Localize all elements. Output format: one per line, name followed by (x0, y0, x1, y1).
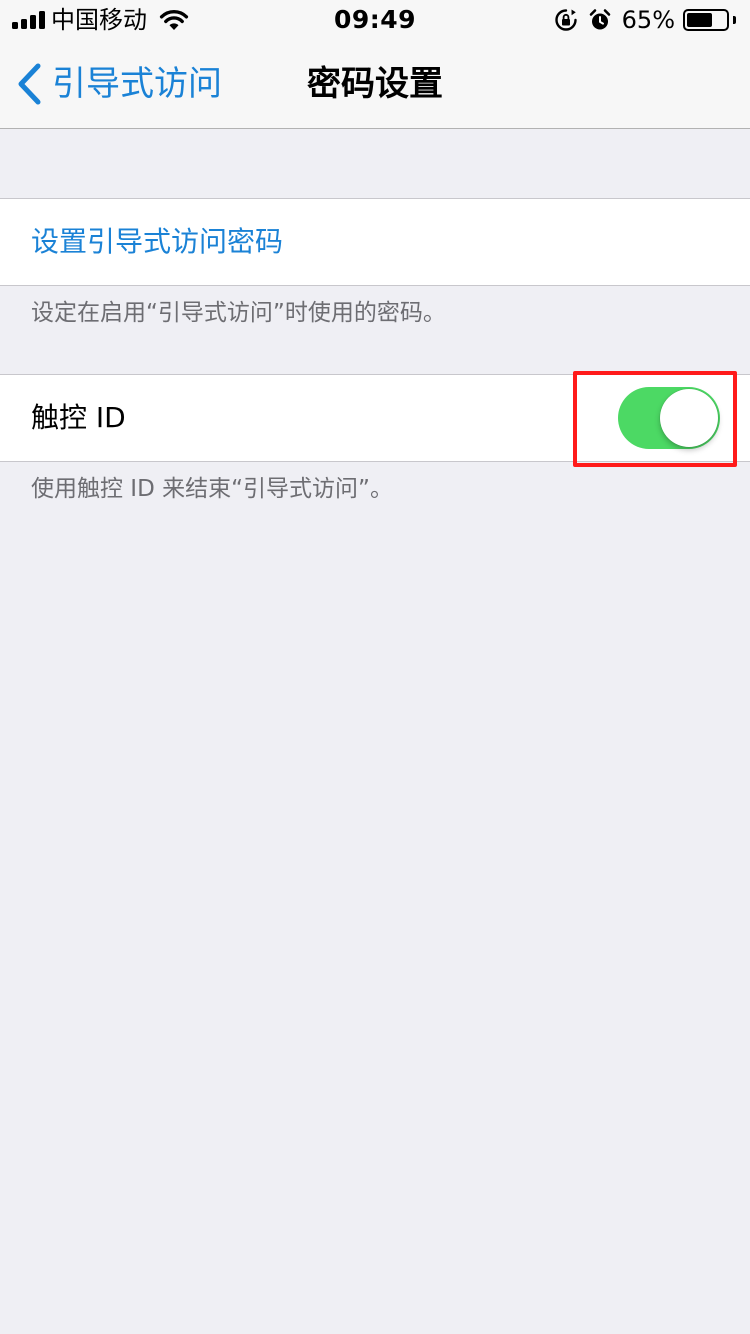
battery-cap (733, 16, 736, 24)
battery-level (687, 13, 712, 27)
alarm-icon (589, 9, 610, 30)
touch-id-toggle[interactable] (618, 387, 720, 449)
set-passcode-label: 设置引导式访问密码 (31, 225, 284, 258)
battery-icon (683, 9, 729, 31)
touch-id-label: 触控 ID (31, 401, 126, 434)
back-button-label: 引导式访问 (52, 64, 222, 104)
back-button[interactable]: 引导式访问 (16, 40, 222, 128)
status-bar: 中国移动 09:49 65% (0, 0, 750, 40)
status-right: 65% (554, 6, 736, 34)
toggle-knob (660, 389, 718, 447)
battery-percent: 65% (621, 6, 675, 34)
touch-id-cell: 触控 ID (0, 374, 750, 462)
navigation-bar: 密码设置 引导式访问 (0, 40, 750, 129)
orientation-lock-icon (554, 9, 577, 31)
set-passcode-note: 设定在启用“引导式访问”时使用的密码。 (31, 300, 446, 326)
chevron-left-icon (18, 63, 41, 105)
set-passcode-cell[interactable]: 设置引导式访问密码 (0, 198, 750, 286)
touch-id-note: 使用触控 ID 来结束“引导式访问”。 (31, 476, 393, 502)
